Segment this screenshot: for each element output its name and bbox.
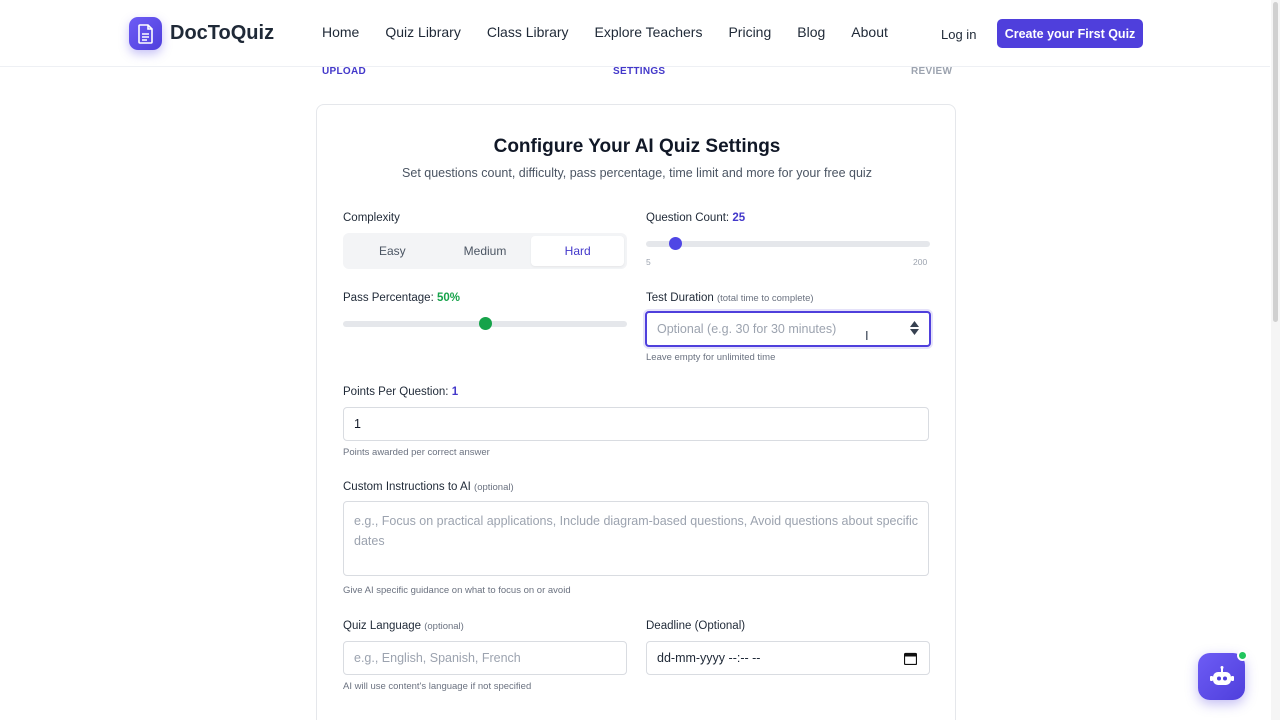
document-icon (129, 17, 162, 50)
question-count-slider[interactable] (646, 241, 930, 247)
quiz-language-label: Quiz Language (optional) (343, 620, 464, 632)
question-count-value: 25 (732, 212, 746, 224)
complexity-easy[interactable]: Easy (346, 236, 439, 266)
step-review: REVIEW (911, 66, 953, 77)
test-duration-input[interactable]: Optional (e.g. 30 for 30 minutes) I (645, 311, 931, 347)
deadline-label: Deadline (Optional) (646, 620, 746, 632)
login-link[interactable]: Log in (941, 27, 976, 42)
logo-text: DocToQuiz (170, 22, 275, 44)
spin-down-icon[interactable] (910, 329, 919, 335)
create-quiz-button[interactable]: Create your First Quiz (997, 19, 1143, 48)
question-count-handle[interactable] (668, 237, 682, 250)
test-duration-help: Leave empty for unlimited time (646, 352, 776, 363)
question-count-label: Question Count: 25 (646, 212, 746, 224)
scrollbar-thumb[interactable] (1273, 2, 1278, 322)
pass-percentage-label: Pass Percentage: 50% (343, 292, 461, 304)
nav-pricing[interactable]: Pricing (728, 24, 771, 40)
test-duration-label: Test Duration (total time to complete) (646, 292, 814, 304)
spin-up-icon[interactable] (910, 321, 919, 327)
nav-class-library[interactable]: Class Library (487, 24, 569, 40)
complexity-label: Complexity (343, 212, 400, 224)
nav-blog[interactable]: Blog (797, 24, 825, 40)
custom-instructions-textarea[interactable]: e.g., Focus on practical applications, I… (343, 501, 929, 576)
points-help: Points awarded per correct answer (343, 447, 490, 458)
nav-quiz-library[interactable]: Quiz Library (385, 24, 460, 40)
pass-percentage-value: 50% (436, 292, 461, 304)
chatbot-button[interactable] (1198, 653, 1245, 700)
online-status-dot (1237, 650, 1248, 661)
step-settings: SETTINGS (613, 66, 666, 77)
page-title: Configure Your AI Quiz Settings (493, 136, 781, 157)
nav-about[interactable]: About (851, 24, 888, 40)
points-label: Points Per Question: 1 (343, 386, 459, 398)
complexity-selector: Easy Medium Hard (343, 233, 627, 269)
calendar-icon[interactable] (904, 652, 917, 665)
deadline-input[interactable]: dd-mm-yyyy --:-- -- (646, 641, 930, 675)
custom-instructions-label: Custom Instructions to AI (optional) (343, 481, 514, 493)
question-count-min: 5 (646, 257, 651, 267)
text-cursor-icon: I (865, 328, 869, 343)
custom-instructions-help: Give AI specific guidance on what to foc… (343, 585, 571, 596)
page-subtitle: Set questions count, difficulty, pass pe… (402, 166, 872, 180)
complexity-hard[interactable]: Hard (531, 236, 625, 266)
quiz-language-input[interactable]: e.g., English, Spanish, French (343, 641, 627, 675)
robot-icon (1209, 665, 1234, 685)
quiz-language-help: AI will use content's language if not sp… (343, 681, 532, 692)
step-upload: UPLOAD (322, 66, 367, 77)
logo[interactable]: DocToQuiz (129, 17, 274, 50)
settings-card: Configure Your AI Quiz Settings Set ques… (316, 104, 956, 720)
complexity-medium[interactable]: Medium (439, 236, 532, 266)
top-navbar: DocToQuiz Home Quiz Library Class Librar… (0, 0, 1270, 67)
points-input[interactable]: 1 (343, 407, 929, 441)
number-spinner[interactable] (910, 321, 919, 335)
nav-explore-teachers[interactable]: Explore Teachers (595, 24, 703, 40)
pass-percentage-handle[interactable] (478, 317, 492, 330)
question-count-max: 200 (913, 257, 928, 267)
nav-home[interactable]: Home (322, 24, 359, 40)
main-nav: Home Quiz Library Class Library Explore … (322, 24, 914, 40)
